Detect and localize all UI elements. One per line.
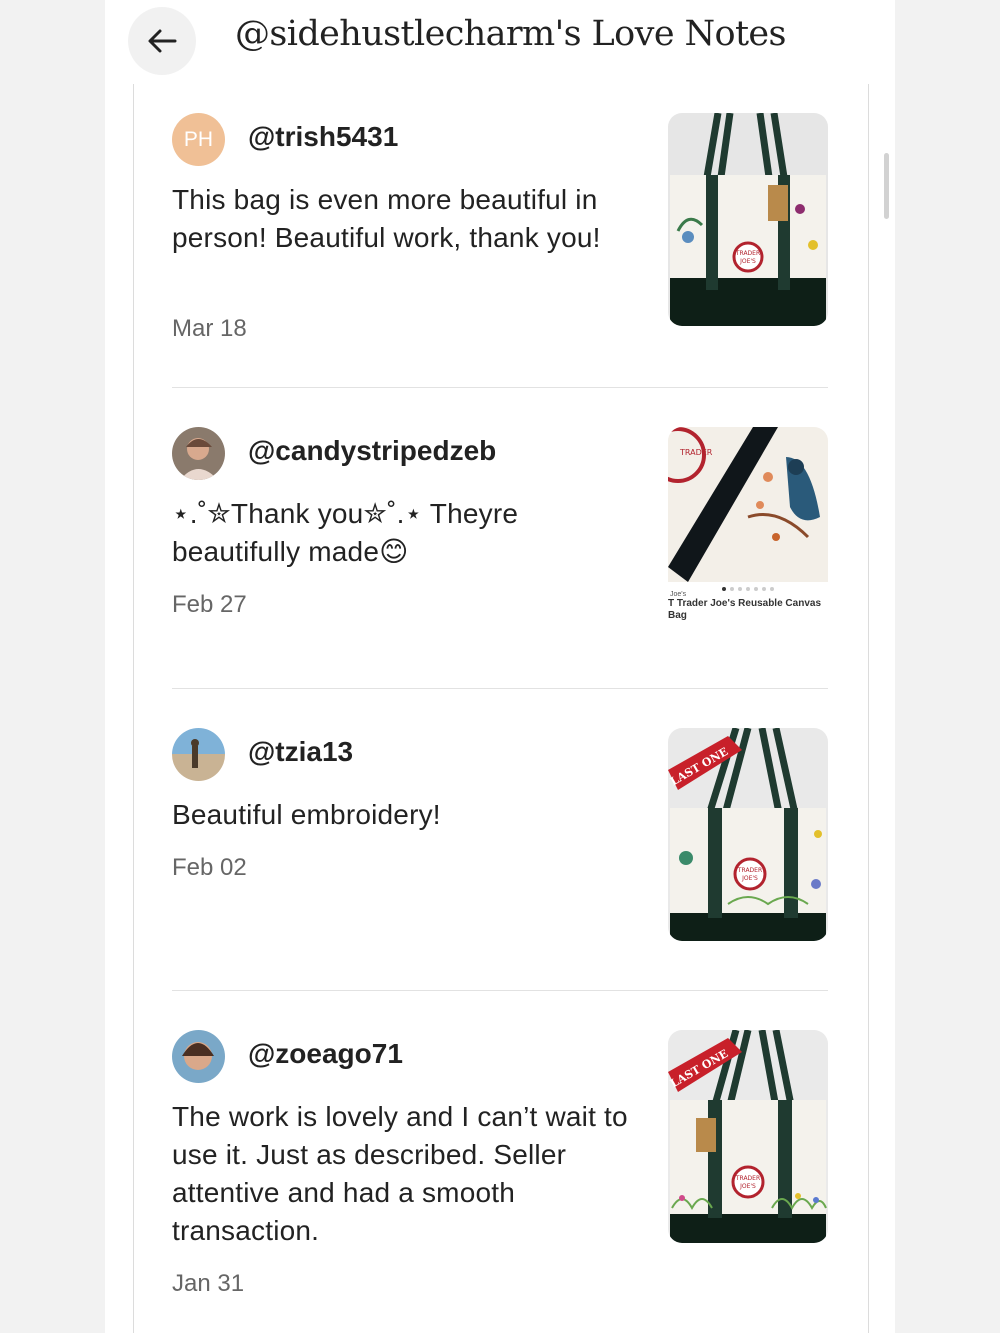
avatar[interactable] [172, 728, 225, 781]
svg-text:JOE'S: JOE'S [739, 258, 756, 265]
svg-text:JOE'S: JOE'S [741, 875, 758, 882]
product-thumbnail[interactable]: TRADER JOE'S [668, 113, 828, 326]
scrollbar[interactable] [884, 153, 889, 219]
review-text: Beautiful embroidery! [172, 799, 441, 830]
svg-text:TRADER: TRADER [735, 1175, 760, 1182]
back-button[interactable] [128, 7, 196, 75]
reviewer-username[interactable]: @tzia13 [248, 736, 353, 768]
arrow-left-icon [148, 29, 177, 53]
avatar[interactable]: PH [172, 113, 225, 166]
phone-screen: @sidehustlecharm's Love Notes PH @trish5… [105, 0, 895, 1333]
review-date: Mar 18 [172, 315, 247, 342]
product-title: T Trader Joe's Reusable Canvas Bag [668, 598, 822, 621]
product-thumbnail[interactable]: TRADER JOE'S LAST ONE [668, 728, 828, 941]
review-text: ⋆.˚✮Thank you✮˚.⋆ Theyre beautifully mad… [172, 498, 519, 567]
reviewer-username[interactable]: @candystripedzeb [248, 435, 496, 467]
svg-text:TRADER: TRADER [737, 867, 762, 874]
divider [172, 688, 828, 689]
reviewer-username[interactable]: @trish5431 [248, 121, 398, 153]
review-item: @zoeago71 The work is lovely and I can’t… [172, 1030, 829, 1310]
header: @sidehustlecharm's Love Notes [105, 0, 895, 84]
svg-text:TRADER: TRADER [735, 250, 760, 257]
review-text: This bag is even more beautiful in perso… [172, 184, 601, 253]
review-date: Feb 02 [172, 854, 247, 881]
product-thumbnail[interactable]: TRADER JOE'S LAST ONE [668, 1030, 828, 1243]
product-caption: Joe's T Trader Joe's Reusable Canvas Bag [668, 585, 828, 635]
divider [172, 990, 828, 991]
svg-text:TRADER: TRADER [679, 448, 713, 457]
divider [172, 387, 828, 388]
review-date: Feb 27 [172, 591, 247, 618]
review-item: @candystripedzeb ⋆.˚✮Thank you✮˚.⋆ Theyr… [172, 427, 829, 637]
avatar[interactable] [172, 427, 225, 480]
avatar[interactable] [172, 1030, 225, 1083]
page-title: @sidehustlecharm's Love Notes [235, 14, 786, 54]
reviewer-username[interactable]: @zoeago71 [248, 1038, 403, 1070]
review-date: Jan 31 [172, 1270, 245, 1297]
svg-text:JOE'S: JOE'S [739, 1183, 756, 1190]
review-text: The work is lovely and I can’t wait to u… [172, 1101, 628, 1246]
review-item: @tzia13 Beautiful embroidery! Feb 02 TRA… [172, 728, 829, 943]
review-item: PH @trish5431 This bag is even more beau… [172, 113, 829, 363]
